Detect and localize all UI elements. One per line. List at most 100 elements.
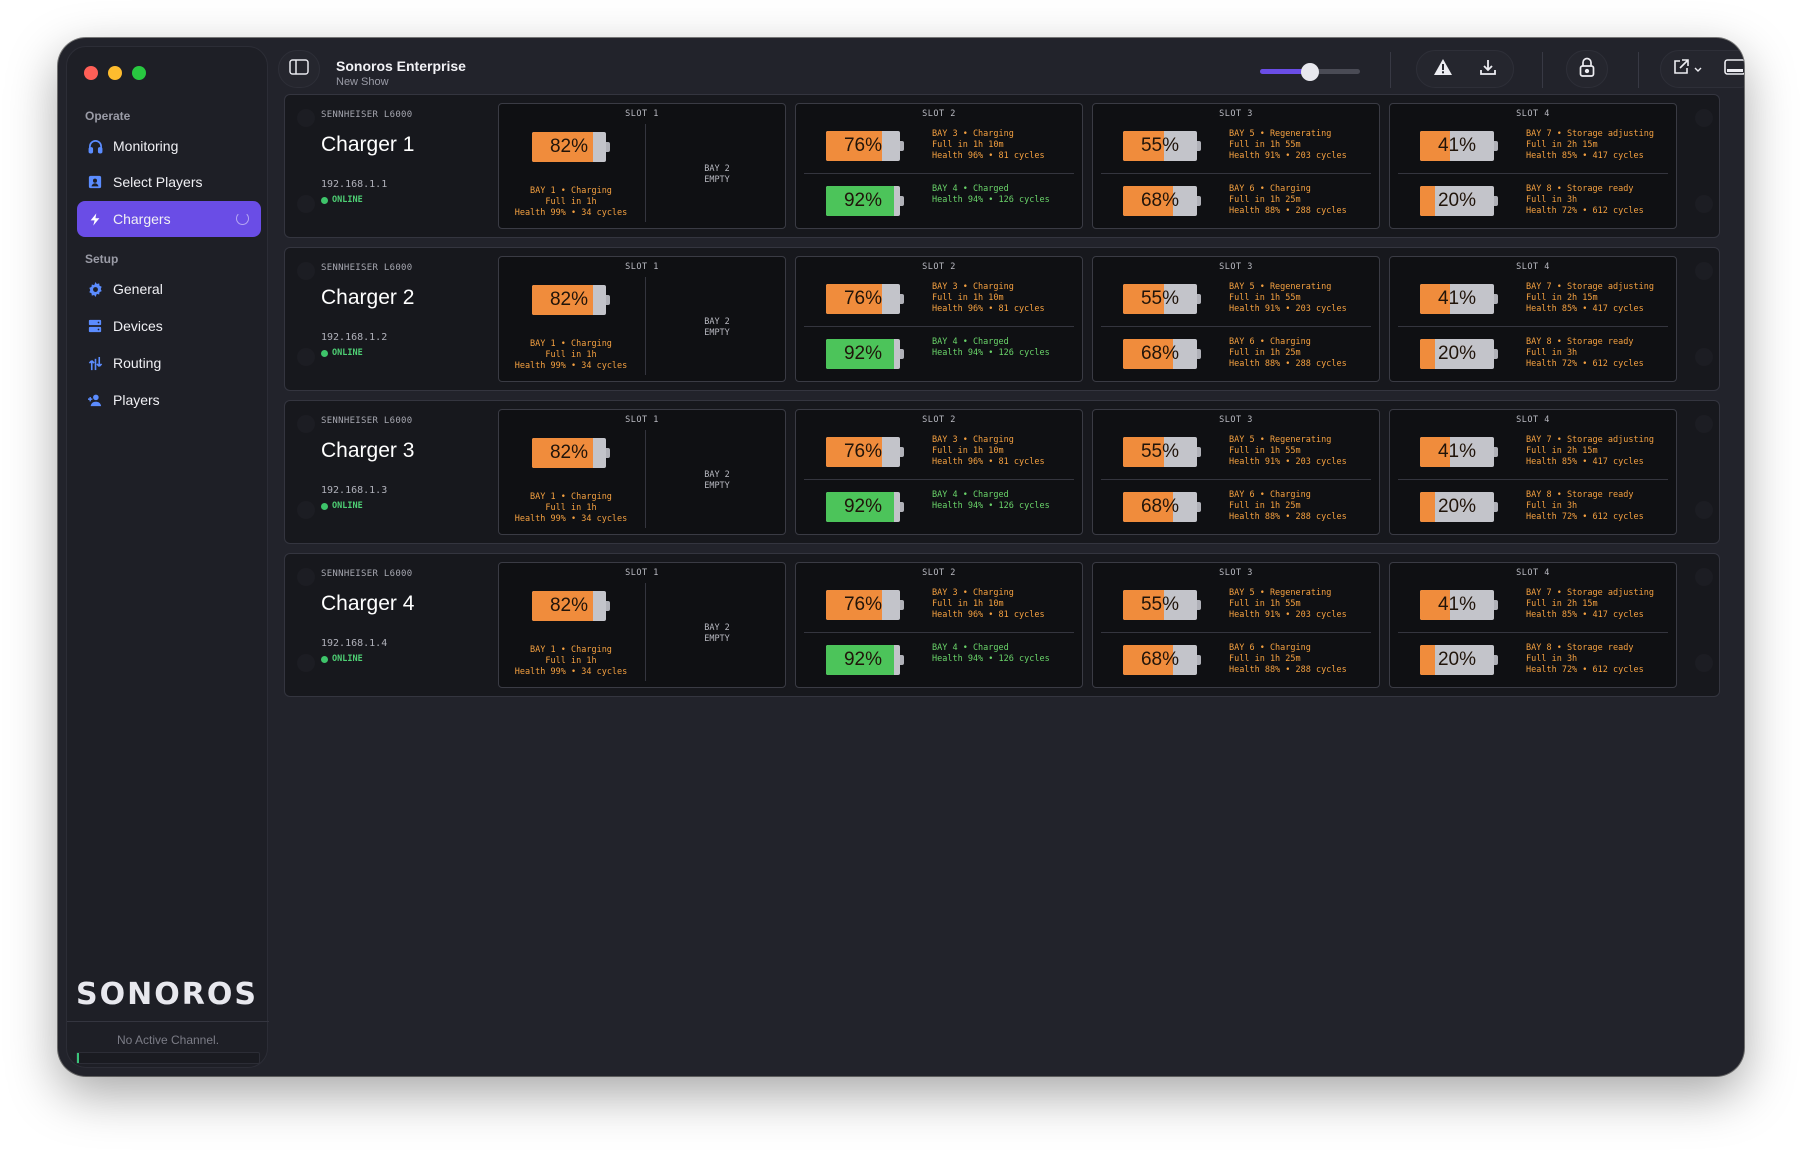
volume-slider-handle[interactable] [1301,63,1319,81]
bay-1[interactable]: 82% BAY 1 • Charging Full in 1h Health 9… [499,579,643,689]
slot-title: SLOT 3 [1219,568,1253,578]
charger-row[interactable]: SENNHEISER L6000 Charger 4 192.168.1.4 O… [284,553,1720,697]
status-text: ONLINE [332,501,363,511]
battery-percent: 41% [1437,288,1477,309]
bay-status: BAY 8 • Storage ready [1526,490,1634,500]
bay-detail: Full in 1h 25m [1229,654,1301,664]
bay-top[interactable]: 76% BAY 3 • Charging Full in 1h 10m Heal… [796,425,1082,479]
bay-top[interactable]: 55% BAY 5 • Regenerating Full in 1h 55m … [1093,425,1379,479]
sidebar-item-routing[interactable]: Routing [77,345,261,381]
bay-top[interactable]: 55% BAY 5 • Regenerating Full in 1h 55m … [1093,272,1379,326]
bay-top[interactable]: 41% BAY 7 • Storage adjusting Full in 2h… [1390,272,1676,326]
bay-top[interactable]: 55% BAY 5 • Regenerating Full in 1h 55m … [1093,119,1379,173]
battery-indicator: 41% [1420,131,1494,161]
battery-percent: 92% [843,496,883,517]
battery-percent: 55% [1140,135,1180,156]
bay-top[interactable]: 41% BAY 7 • Storage adjusting Full in 2h… [1390,119,1676,173]
sidebar-item-players[interactable]: Players [77,382,261,418]
bay-2-empty[interactable]: BAY 2 EMPTY [649,317,785,339]
bay-bottom[interactable]: 68% BAY 6 • Charging Full in 1h 25m Heal… [1093,480,1379,534]
sidebar-divider [67,1021,269,1022]
bay-divider [645,277,646,375]
sidebar-item-general[interactable]: General [77,271,261,307]
bay-bottom[interactable]: 92% BAY 4 • Charged Health 94% • 126 cyc… [796,327,1082,381]
chevron-down-icon[interactable] [1694,60,1702,78]
battery-tip [1197,141,1201,151]
battery-percent: 92% [843,649,883,670]
charger-name: Charger 1 [321,133,415,156]
bay-bottom[interactable]: 92% BAY 4 • Charged Health 94% • 126 cyc… [796,633,1082,687]
bay-bottom[interactable]: 68% BAY 6 • Charging Full in 1h 25m Heal… [1093,633,1379,687]
slot-title: SLOT 3 [1219,109,1253,119]
status-badge: ONLINE [321,195,363,205]
bay-status: BAY 7 • Storage adjusting [1526,435,1654,445]
sidebar-item-devices[interactable]: Devices [77,308,261,344]
bay-bottom[interactable]: 68% BAY 6 • Charging Full in 1h 25m Heal… [1093,174,1379,228]
slot-title: SLOT 1 [625,109,659,119]
bay-status: BAY 4 • Charged [932,490,1009,500]
rack-screw-icon [1695,415,1713,433]
bay-top[interactable]: 55% BAY 5 • Regenerating Full in 1h 55m … [1093,578,1379,632]
bay-divider [645,430,646,528]
online-dot-icon [321,196,328,204]
bay-top[interactable]: 76% BAY 3 • Charging Full in 1h 10m Heal… [796,578,1082,632]
bay-bottom[interactable]: 20% BAY 8 • Storage ready Full in 3h Hea… [1390,174,1676,228]
charger-row[interactable]: SENNHEISER L6000 Charger 3 192.168.1.3 O… [284,400,1720,544]
battery-percent: 41% [1437,441,1477,462]
battery-tip [1197,349,1201,359]
bay-detail: Full in 2h 15m [1526,446,1598,456]
charger-row[interactable]: SENNHEISER L6000 Charger 1 192.168.1.1 O… [284,94,1720,238]
sidebar-item-monitoring[interactable]: Monitoring [77,128,261,164]
battery-indicator: 76% [826,284,900,314]
bay-bottom[interactable]: 68% BAY 6 • Charging Full in 1h 25m Heal… [1093,327,1379,381]
bay-status: BAY 6 • Charging [1229,184,1311,194]
bay-bottom[interactable]: 92% BAY 4 • Charged Health 94% • 126 cyc… [796,174,1082,228]
bay-status: BAY 1 • Charging [530,339,612,349]
download-icon[interactable] [1479,58,1497,81]
bay-1[interactable]: 82% BAY 1 • Charging Full in 1h Health 9… [499,426,643,536]
bay-detail: Full in 3h [1526,348,1578,358]
bay-health: Health 72% • 612 cycles [1526,206,1644,216]
bay-bottom[interactable]: 20% BAY 8 • Storage ready Full in 3h Hea… [1390,327,1676,381]
bay-status: BAY 3 • Charging [932,588,1014,598]
bay-health: Health 85% • 417 cycles [1526,304,1644,314]
minimize-window-button[interactable] [108,66,122,80]
bay-top[interactable]: 76% BAY 3 • Charging Full in 1h 10m Heal… [796,119,1082,173]
bay-info: BAY 4 • Charged Health 94% • 126 cycles [932,184,1050,206]
toggle-sidebar-button[interactable] [278,50,320,88]
sidebar-item-select-players[interactable]: Select Players [77,164,261,200]
bay-top[interactable]: 76% BAY 3 • Charging Full in 1h 10m Heal… [796,272,1082,326]
bay-2-empty[interactable]: BAY 2 EMPTY [649,470,785,492]
bay-1[interactable]: 82% BAY 1 • Charging Full in 1h Health 9… [499,120,643,230]
battery-indicator: 68% [1123,645,1197,675]
bay-2-empty[interactable]: BAY 2 EMPTY [649,623,785,645]
bay-health: Health 88% • 288 cycles [1229,665,1347,675]
battery-indicator: 76% [826,437,900,467]
close-window-button[interactable] [84,66,98,80]
battery-tip [606,295,610,305]
volume-slider[interactable] [1260,63,1360,81]
battery-percent: 20% [1437,649,1477,670]
bay-info: BAY 1 • Charging Full in 1h Health 99% •… [499,645,643,678]
bay-bottom[interactable]: 92% BAY 4 • Charged Health 94% • 126 cyc… [796,480,1082,534]
bay-top[interactable]: 41% BAY 7 • Storage adjusting Full in 2h… [1390,578,1676,632]
lock-button[interactable] [1566,50,1608,88]
charger-row[interactable]: SENNHEISER L6000 Charger 2 192.168.1.2 O… [284,247,1720,391]
bay-label: BAY 2 [704,470,730,480]
sidebar-item-label: Monitoring [113,138,179,154]
bay-empty-label: EMPTY [704,481,730,491]
slot-title: SLOT 1 [625,262,659,272]
external-window-icon[interactable] [1672,58,1690,81]
display-panel-icon[interactable] [1724,58,1744,80]
bay-1[interactable]: 82% BAY 1 • Charging Full in 1h Health 9… [499,273,643,383]
sidebar-item-chargers[interactable]: Chargers [77,201,261,237]
warning-icon[interactable] [1433,58,1453,81]
battery-percent: 82% [549,289,589,310]
bay-bottom[interactable]: 20% BAY 8 • Storage ready Full in 3h Hea… [1390,633,1676,687]
bay-top[interactable]: 41% BAY 7 • Storage adjusting Full in 2h… [1390,425,1676,479]
bay-bottom[interactable]: 20% BAY 8 • Storage ready Full in 3h Hea… [1390,480,1676,534]
battery-indicator: 82% [532,438,606,468]
bay-2-empty[interactable]: BAY 2 EMPTY [649,164,785,186]
zoom-window-button[interactable] [132,66,146,80]
battery-percent: 68% [1140,343,1180,364]
